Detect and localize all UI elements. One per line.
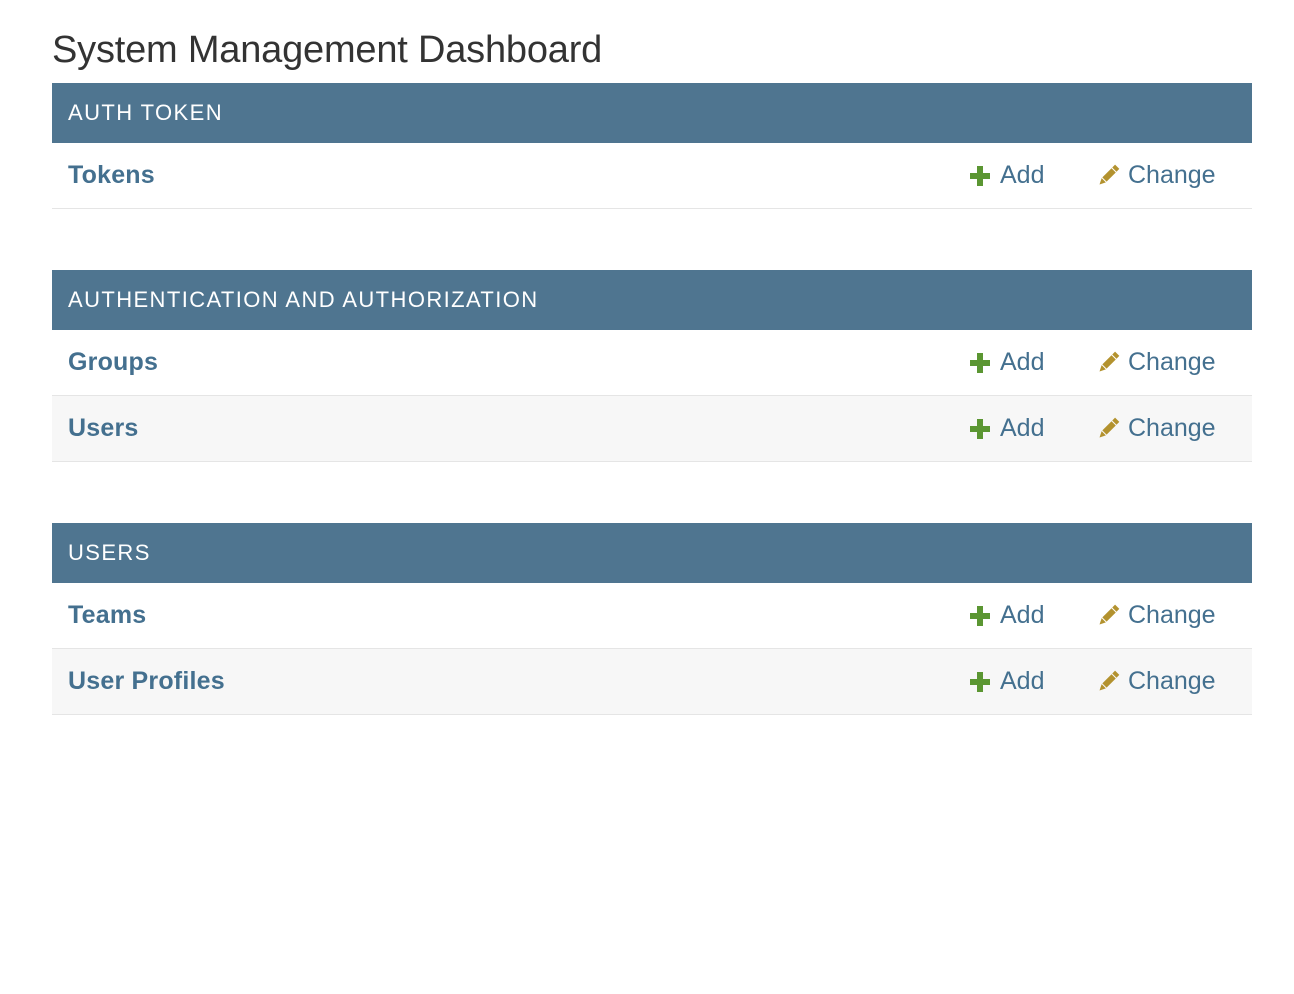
- change-button[interactable]: Change: [1096, 667, 1216, 696]
- pencil-icon: [1096, 670, 1120, 694]
- module-header: AUTHENTICATION AND AUTHORIZATION: [52, 270, 1252, 330]
- change-label: Change: [1128, 161, 1216, 189]
- change-button[interactable]: Change: [1096, 601, 1216, 630]
- plus-icon: [968, 417, 992, 441]
- plus-icon: [968, 604, 992, 628]
- add-label: Add: [1000, 601, 1045, 629]
- module-auth-token: AUTH TOKEN Tokens Add Change: [52, 83, 1252, 209]
- row-actions: Add Change: [968, 583, 1216, 648]
- add-button[interactable]: Add: [968, 601, 1096, 630]
- pencil-icon: [1096, 604, 1120, 628]
- model-link-teams[interactable]: Teams: [68, 601, 146, 630]
- module-header: USERS: [52, 523, 1252, 583]
- model-row-groups: Groups Add Change: [52, 330, 1252, 396]
- change-button[interactable]: Change: [1096, 414, 1216, 443]
- add-button[interactable]: Add: [968, 414, 1096, 443]
- pencil-icon: [1096, 351, 1120, 375]
- model-link-user-profiles[interactable]: User Profiles: [68, 667, 225, 696]
- model-link-tokens[interactable]: Tokens: [68, 161, 155, 190]
- plus-icon: [968, 351, 992, 375]
- model-link-users[interactable]: Users: [68, 414, 139, 443]
- row-actions: Add Change: [968, 649, 1216, 714]
- row-actions: Add Change: [968, 396, 1216, 461]
- module-users: USERS Teams Add Change User Profiles Add…: [52, 523, 1252, 715]
- page-title: System Management Dashboard: [52, 29, 603, 71]
- model-row-teams: Teams Add Change: [52, 583, 1252, 649]
- model-row-user-profiles: User Profiles Add Change: [52, 649, 1252, 715]
- dashboard-page: System Management Dashboard AUTH TOKEN T…: [52, 0, 1252, 776]
- add-label: Add: [1000, 348, 1045, 376]
- row-actions: Add Change: [968, 143, 1216, 208]
- model-link-groups[interactable]: Groups: [68, 348, 158, 377]
- add-button[interactable]: Add: [968, 161, 1096, 190]
- plus-icon: [968, 164, 992, 188]
- change-label: Change: [1128, 414, 1216, 442]
- row-actions: Add Change: [968, 330, 1216, 395]
- change-label: Change: [1128, 667, 1216, 695]
- add-button[interactable]: Add: [968, 348, 1096, 377]
- pencil-icon: [1096, 164, 1120, 188]
- change-button[interactable]: Change: [1096, 348, 1216, 377]
- module-header: AUTH TOKEN: [52, 83, 1252, 143]
- add-label: Add: [1000, 161, 1045, 189]
- plus-icon: [968, 670, 992, 694]
- model-row-users: Users Add Change: [52, 396, 1252, 462]
- add-label: Add: [1000, 667, 1045, 695]
- module-authentication-and-authorization: AUTHENTICATION AND AUTHORIZATION Groups …: [52, 270, 1252, 462]
- change-button[interactable]: Change: [1096, 161, 1216, 190]
- pencil-icon: [1096, 417, 1120, 441]
- add-button[interactable]: Add: [968, 667, 1096, 696]
- add-label: Add: [1000, 414, 1045, 442]
- change-label: Change: [1128, 348, 1216, 376]
- change-label: Change: [1128, 601, 1216, 629]
- model-row-tokens: Tokens Add Change: [52, 143, 1252, 209]
